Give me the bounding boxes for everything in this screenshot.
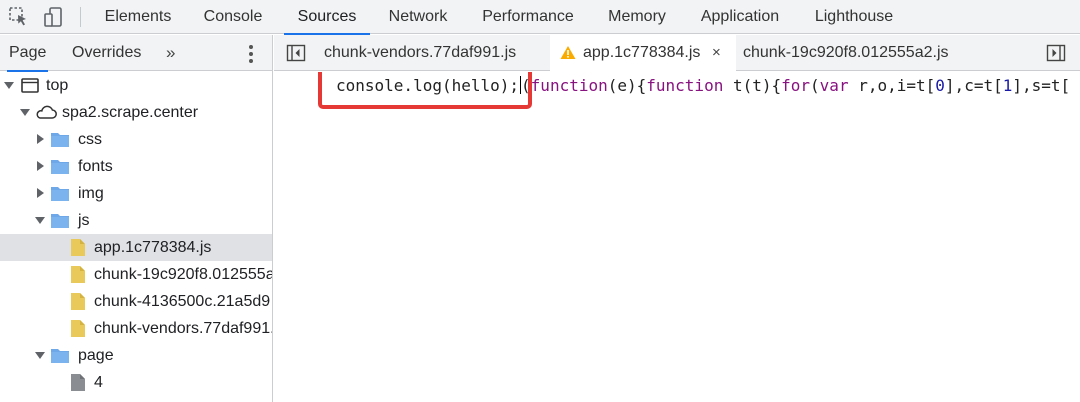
source-editor: chunk-vendors.77daf991.js app.1c778384.j… <box>274 35 1080 402</box>
navigator-tab-overrides[interactable]: Overrides <box>72 35 141 71</box>
folder-icon <box>50 130 70 149</box>
code-token-kw: function <box>646 76 724 95</box>
folder-icon <box>50 157 70 176</box>
tree-item-file-app[interactable]: app.1c778384.js <box>0 234 272 261</box>
document-file-icon <box>68 373 88 392</box>
js-file-icon <box>68 319 88 338</box>
devtools-tab-bar: Elements Console Sources Network Perform… <box>0 0 1080 35</box>
tree-item-label: chunk-vendors.77daf991.js <box>94 320 272 337</box>
editor-tab-chunk-19c920f8[interactable]: chunk-19c920f8.012555a2.js <box>736 35 996 71</box>
editor-tab-label: chunk-vendors.77daf991.js <box>324 44 517 61</box>
code-token-plain: r,o,i=t[ <box>848 76 936 95</box>
tree-item-domain[interactable]: spa2.scrape.center <box>0 99 272 126</box>
code-area[interactable]: console.log(hello); (function(e){function… <box>274 72 1080 402</box>
editor-tab-app[interactable]: app.1c778384.js × <box>550 35 736 71</box>
code-token-kw: function <box>530 76 608 95</box>
editor-tab-label: app.1c778384.js <box>583 44 701 61</box>
tab-lighthouse[interactable]: Lighthouse <box>806 0 902 34</box>
toggle-debugger-icon[interactable] <box>1046 43 1066 63</box>
tree-item-label: page <box>78 347 114 364</box>
collapse-arrow-icon[interactable] <box>34 153 46 180</box>
collapse-arrow-icon[interactable] <box>34 126 46 153</box>
tab-sources[interactable]: Sources <box>284 0 370 35</box>
code-token-plain: ],c=t[ <box>944 76 1003 95</box>
tree-item-label: 4 <box>94 374 103 391</box>
file-tree: top spa2.scrape.center css fonts img js … <box>0 72 272 402</box>
editor-tab-label: chunk-19c920f8.012555a2.js <box>743 44 949 61</box>
tree-item-folder-img[interactable]: img <box>0 180 272 207</box>
element-picker-icon[interactable] <box>8 6 30 28</box>
js-file-icon <box>68 292 88 311</box>
tree-item-folder-css[interactable]: css <box>0 126 272 153</box>
device-toolbar-icon[interactable] <box>42 6 64 28</box>
tab-console[interactable]: Console <box>192 0 274 34</box>
more-tabs-chevron-icon[interactable]: » <box>166 35 175 71</box>
code-token-fn: 1 <box>1002 76 1013 95</box>
tree-item-file-chunk-19c920f8[interactable]: chunk-19c920f8.012555a2.js <box>0 261 272 288</box>
tree-item-top[interactable]: top <box>0 72 272 99</box>
folder-icon <box>50 346 70 365</box>
tab-elements[interactable]: Elements <box>94 0 182 34</box>
warning-icon <box>560 45 576 60</box>
tree-item-label: js <box>78 212 90 229</box>
editor-tab-bar: chunk-vendors.77daf991.js app.1c778384.j… <box>274 35 1080 71</box>
tree-item-folder-js[interactable]: js <box>0 207 272 234</box>
code-token-kw: var <box>819 76 849 95</box>
tree-item-label: top <box>46 77 69 94</box>
tab-performance[interactable]: Performance <box>472 0 584 34</box>
folder-icon <box>50 184 70 203</box>
kebab-menu-icon[interactable] <box>244 44 258 64</box>
code-token-kw: for <box>781 76 811 95</box>
js-file-icon <box>68 238 88 257</box>
code-token-fn: 0 <box>935 76 945 95</box>
expand-arrow-icon[interactable] <box>34 342 46 369</box>
tab-application[interactable]: Application <box>690 0 790 34</box>
sources-navigator: Page Overrides » top spa2.scrape.center <box>0 35 273 402</box>
toolbar-divider <box>80 7 81 27</box>
expand-arrow-icon[interactable] <box>34 207 46 234</box>
code-token-plain: (e){ <box>607 76 647 95</box>
tab-memory[interactable]: Memory <box>600 0 674 34</box>
tree-item-label: app.1c778384.js <box>94 239 212 256</box>
tree-item-label: spa2.scrape.center <box>62 104 199 121</box>
navigator-tab-bar: Page Overrides » <box>0 35 272 72</box>
js-file-icon <box>68 265 88 284</box>
tree-item-folder-fonts[interactable]: fonts <box>0 153 272 180</box>
tree-item-label: img <box>78 185 104 202</box>
tab-network[interactable]: Network <box>378 0 458 34</box>
highlighted-inserted-code-box <box>318 72 532 109</box>
cloud-icon <box>34 103 58 122</box>
expand-arrow-icon[interactable] <box>19 99 31 126</box>
folder-icon <box>50 211 70 230</box>
tree-item-label: chunk-4136500c.21a5d9 <box>94 293 271 310</box>
frame-icon <box>20 76 40 95</box>
tree-item-folder-page[interactable]: page <box>0 342 272 369</box>
tree-item-label: chunk-19c920f8.012555a2.js <box>94 266 272 283</box>
tree-item-file-chunk-4136500c[interactable]: chunk-4136500c.21a5d9 <box>0 288 272 315</box>
tree-item-file-chunk-vendors[interactable]: chunk-vendors.77daf991.js <box>0 315 272 342</box>
editor-tab-chunk-vendors[interactable]: chunk-vendors.77daf991.js <box>316 35 550 71</box>
code-token-plain: t(t){ <box>723 76 782 95</box>
tree-item-label: fonts <box>78 158 113 175</box>
expand-arrow-icon[interactable] <box>3 72 15 99</box>
toggle-navigator-icon[interactable] <box>286 43 306 63</box>
navigator-tab-page[interactable]: Page <box>6 35 49 72</box>
collapse-arrow-icon[interactable] <box>34 180 46 207</box>
code-token-plain: ],s=t[ <box>1012 76 1071 95</box>
tree-item-file-4[interactable]: 4 <box>0 369 272 396</box>
code-token-plain: ( <box>810 76 820 95</box>
tree-item-label: css <box>78 131 102 148</box>
close-tab-icon[interactable]: × <box>712 35 721 71</box>
